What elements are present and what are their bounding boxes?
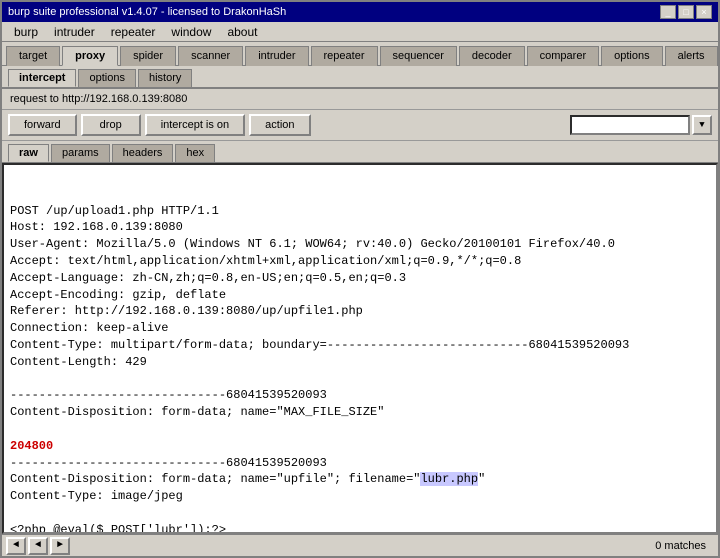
request-label: request to http://192.168.0.139:8080 [10,93,187,105]
filename-highlight: lubr.php [420,472,478,486]
tab-target[interactable]: target [6,46,60,66]
tab-sequencer[interactable]: sequencer [380,46,457,66]
content-pre: POST /up/upload1.php HTTP/1.1 Host: 192.… [10,203,710,534]
viewtab-params[interactable]: params [51,144,110,162]
search-input[interactable] [570,115,690,135]
subtab-intercept[interactable]: intercept [8,69,76,87]
search-box: ▼ [570,115,712,135]
minimize-button[interactable]: _ [660,5,676,19]
subtab-history[interactable]: history [138,69,192,87]
content-area[interactable]: POST /up/upload1.php HTTP/1.1 Host: 192.… [2,163,718,534]
subtab-options[interactable]: options [78,69,135,87]
viewtab-hex[interactable]: hex [175,144,215,162]
tab-alerts[interactable]: alerts [665,46,718,66]
tab-scanner[interactable]: scanner [178,46,243,66]
maximize-button[interactable]: □ [678,5,694,19]
window-controls: _ □ × [660,5,712,19]
menu-burp[interactable]: burp [6,23,46,41]
main-tab-bar: target proxy spider scanner intruder rep… [2,42,718,66]
menu-about[interactable]: about [219,23,265,41]
tab-proxy[interactable]: proxy [62,46,118,66]
menu-repeater[interactable]: repeater [103,23,164,41]
action-button[interactable]: action [249,114,310,136]
nav-controls: ◄ ◄ ► [6,537,70,555]
app-window: burp suite professional v1.4.07 - licens… [2,2,718,556]
status-bar: ◄ ◄ ► 0 matches [2,534,718,556]
tab-comparer[interactable]: comparer [527,46,599,66]
search-dropdown-button[interactable]: ▼ [692,115,712,135]
view-tab-bar: raw params headers hex [2,141,718,163]
title-text: burp suite professional v1.4.07 - licens… [8,6,286,18]
menu-intruder[interactable]: intruder [46,23,103,41]
forward-button[interactable]: forward [8,114,77,136]
nav-next-button[interactable]: ► [50,537,70,555]
request-bar: request to http://192.168.0.139:8080 [2,89,718,110]
nav-prev-button[interactable]: ◄ [28,537,48,555]
matches-text: 0 matches [655,540,714,552]
value-204800: 204800 [10,439,53,453]
close-button[interactable]: × [696,5,712,19]
nav-first-button[interactable]: ◄ [6,537,26,555]
tab-intruder[interactable]: intruder [245,46,308,66]
drop-button[interactable]: drop [81,114,141,136]
viewtab-headers[interactable]: headers [112,144,174,162]
tab-repeater[interactable]: repeater [311,46,378,66]
menu-bar: burp intruder repeater window about [2,22,718,42]
intercept-button[interactable]: intercept is on [145,114,245,136]
tab-options[interactable]: options [601,46,662,66]
viewtab-raw[interactable]: raw [8,144,49,162]
line-1: POST /up/upload1.php HTTP/1.1 Host: 192.… [10,204,629,420]
toolbar: forward drop intercept is on action ▼ [2,110,718,141]
line-after-red: ------------------------------6804153952… [10,456,485,534]
tab-spider[interactable]: spider [120,46,176,66]
tab-decoder[interactable]: decoder [459,46,525,66]
menu-window[interactable]: window [163,23,219,41]
title-bar: burp suite professional v1.4.07 - licens… [2,2,718,22]
sub-tab-bar: intercept options history [2,66,718,89]
